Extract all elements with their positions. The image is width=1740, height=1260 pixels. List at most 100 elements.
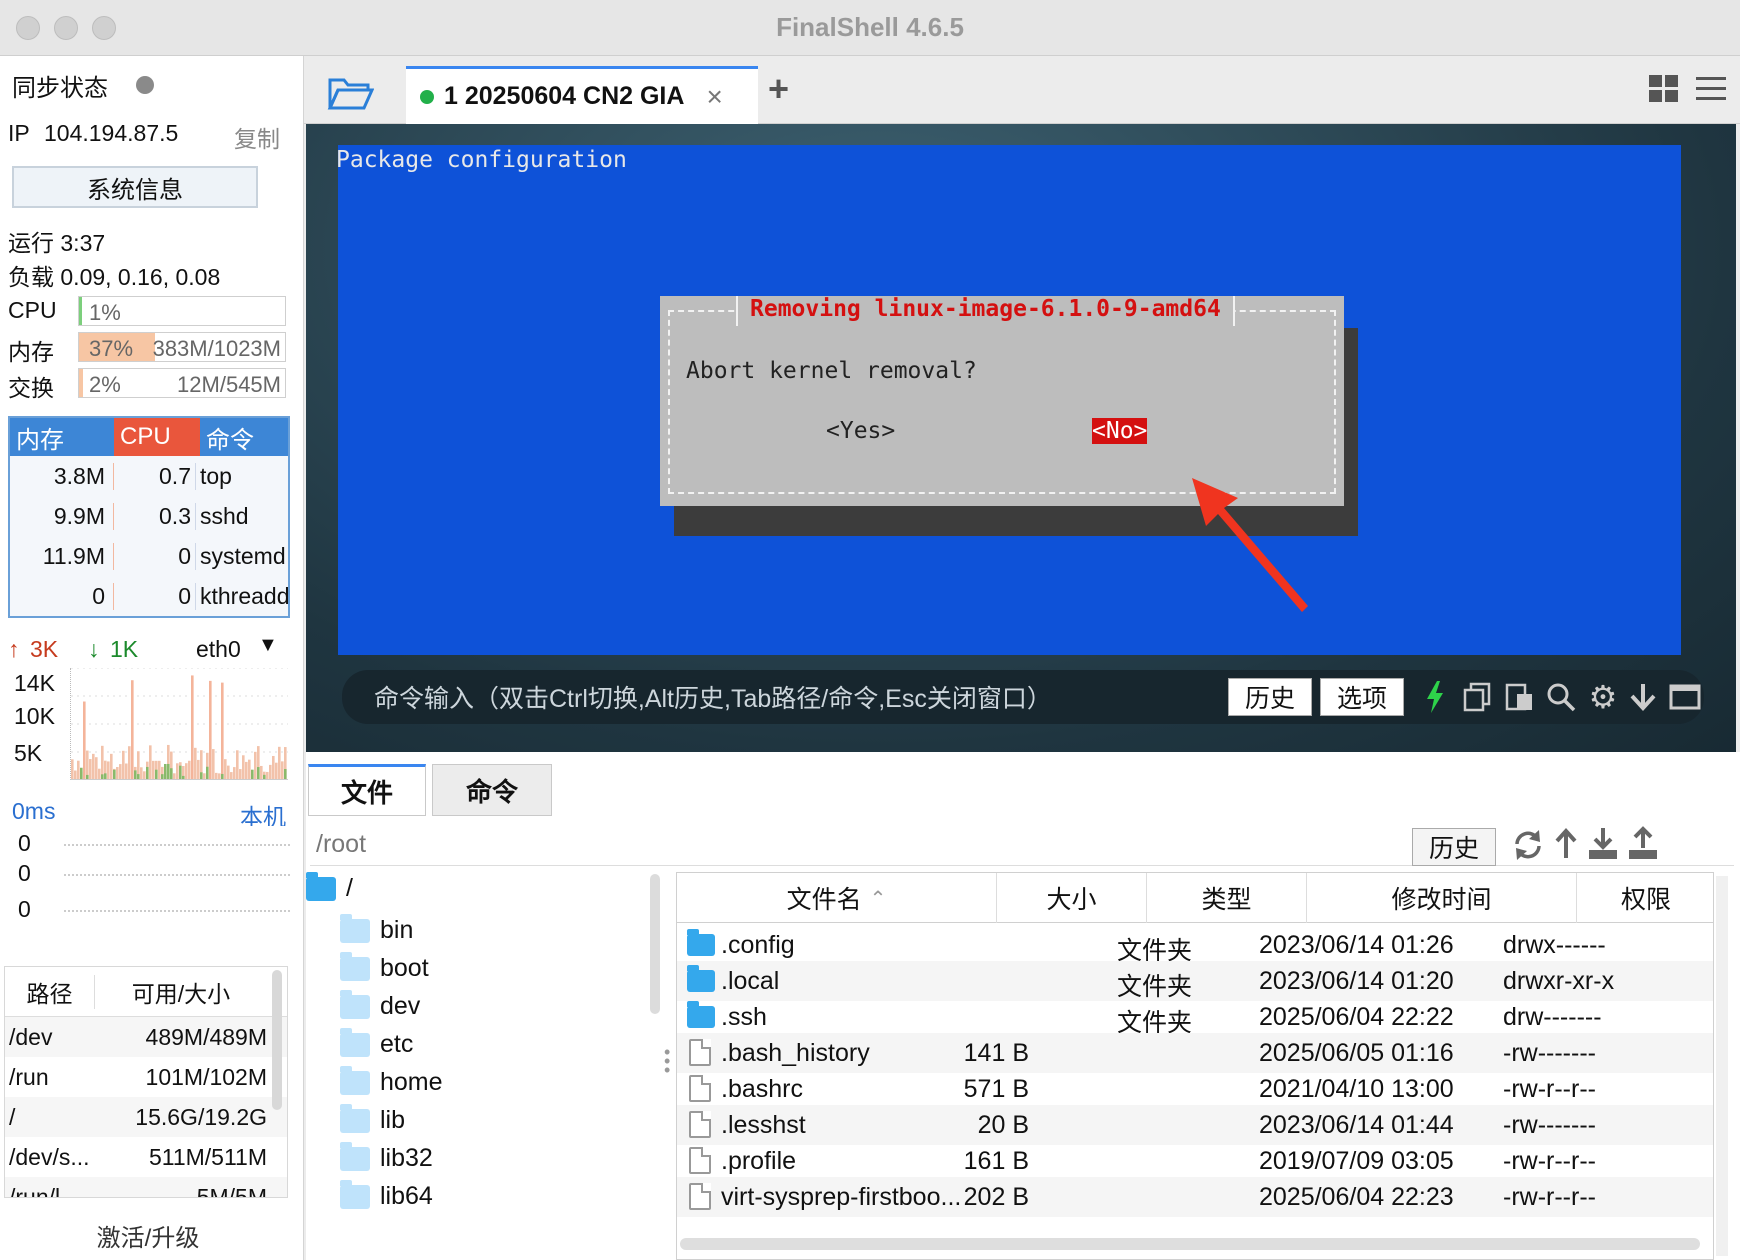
- sort-ascending-icon: ⌃: [869, 887, 887, 910]
- folder-icon: [340, 1141, 370, 1171]
- file-row[interactable]: .lesshst 20 B 2023/06/14 01:44 -rw-------: [677, 1105, 1713, 1145]
- options-button[interactable]: 选项: [1320, 678, 1404, 716]
- tab-session-1[interactable]: 1 20250604 CN2 GIA ×: [406, 66, 758, 124]
- tree-item[interactable]: dev: [340, 989, 420, 1021]
- current-path[interactable]: /root: [316, 830, 366, 859]
- tree-item[interactable]: etc: [340, 1027, 414, 1059]
- tree-item-label: etc: [380, 1030, 414, 1058]
- maximize-icon[interactable]: [1668, 680, 1702, 714]
- path-history-button[interactable]: 历史: [1412, 828, 1496, 866]
- file-mtime: 2023/06/14 01:44: [1259, 1111, 1454, 1139]
- col-mtime[interactable]: 修改时间: [1307, 873, 1577, 923]
- tab-files[interactable]: 文件: [308, 764, 426, 816]
- traffic-bar: [236, 750, 239, 779]
- upload-file-icon[interactable]: [1626, 826, 1660, 862]
- download-file-icon[interactable]: [1586, 826, 1620, 862]
- grid-layout-icon[interactable]: [1648, 74, 1680, 104]
- menu-icon[interactable]: [1694, 74, 1728, 104]
- latency-value: 0: [18, 860, 31, 886]
- file-hscrollbar[interactable]: [680, 1238, 1700, 1250]
- disk-row[interactable]: /run 101M/102M: [5, 1057, 287, 1097]
- tab-commands[interactable]: 命令: [432, 764, 552, 816]
- sysinfo-button[interactable]: 系统信息: [12, 166, 258, 208]
- disk-col-path[interactable]: 路径: [5, 974, 95, 1009]
- proc-mem: 9.9M: [10, 502, 114, 530]
- process-row[interactable]: 3.8M 0.7 top: [10, 456, 288, 496]
- tree-item[interactable]: lib: [340, 1103, 405, 1135]
- traffic-bar-down: [137, 774, 140, 779]
- traffic-bar-down: [179, 765, 182, 779]
- pane-splitter-handle[interactable]: • • •: [664, 1043, 670, 1079]
- disk-scrollbar[interactable]: [272, 970, 282, 1110]
- traffic-bar: [197, 759, 200, 779]
- add-tab-button[interactable]: +: [768, 68, 789, 110]
- traffic-bar: [209, 680, 212, 779]
- paste-icon[interactable]: [1502, 680, 1536, 714]
- file-row[interactable]: .local 文件夹 2023/06/14 01:20 drwxr-xr-x: [677, 961, 1713, 1001]
- file-row[interactable]: .config 文件夹 2023/06/14 01:26 drwx------: [677, 925, 1713, 965]
- download-arrow-icon[interactable]: [1626, 680, 1660, 714]
- traffic-bar: [275, 762, 278, 779]
- tree-item[interactable]: lib64: [340, 1179, 433, 1211]
- activate-upgrade-button[interactable]: 激活/升级: [0, 1218, 296, 1253]
- traffic-bar: [125, 763, 128, 779]
- chevron-down-icon[interactable]: ▼: [258, 634, 278, 657]
- traffic-bar-down: [167, 763, 170, 779]
- proc-col-cmd[interactable]: 命令: [200, 418, 288, 456]
- file-row[interactable]: .bashrc 571 B 2021/04/10 13:00 -rw-r--r--: [677, 1069, 1713, 1109]
- traffic-bar: [230, 772, 233, 779]
- gear-icon[interactable]: ⚙: [1586, 679, 1620, 715]
- no-button[interactable]: <No>: [1092, 418, 1148, 444]
- tab-close-icon[interactable]: ×: [706, 81, 722, 113]
- tree-item-label: bin: [380, 916, 414, 944]
- traffic-bar: [71, 759, 74, 779]
- file-row[interactable]: .profile 161 B 2019/07/09 03:05 -rw-r--r--: [677, 1141, 1713, 1181]
- refresh-icon[interactable]: [1512, 828, 1544, 862]
- disk-row[interactable]: /dev/s... 511M/511M: [5, 1137, 287, 1177]
- copy-icon[interactable]: [1460, 680, 1494, 714]
- tree-item[interactable]: bin: [340, 913, 414, 945]
- disk-col-size[interactable]: 可用/大小: [95, 975, 267, 1009]
- command-input[interactable]: 命令输入（双击Ctrl切换,Alt历史,Tab路径/命令,Esc关闭窗口）: [374, 679, 1192, 715]
- disk-row[interactable]: /dev 489M/489M: [5, 1017, 287, 1057]
- copy-ip-button[interactable]: 复制: [234, 120, 280, 154]
- file-vscrollbar[interactable]: [1716, 876, 1728, 1256]
- file-row[interactable]: .bash_history 141 B 2025/06/05 01:16 -rw---…: [677, 1033, 1713, 1073]
- history-button[interactable]: 历史: [1228, 678, 1312, 716]
- process-row[interactable]: 11.9M 0 systemd: [10, 536, 288, 576]
- tree-item[interactable]: home: [340, 1065, 443, 1097]
- open-folder-icon[interactable]: [326, 72, 378, 112]
- traffic-bar: [140, 767, 143, 779]
- col-filename[interactable]: 文件名 ⌃: [677, 873, 997, 923]
- process-row[interactable]: 9.9M 0.3 sshd: [10, 496, 288, 536]
- proc-col-cpu[interactable]: CPU: [114, 418, 200, 456]
- search-icon[interactable]: [1544, 680, 1578, 714]
- traffic-bar: [128, 746, 131, 779]
- file-row[interactable]: .ssh 文件夹 2025/06/04 22:22 drw-------: [677, 997, 1713, 1037]
- yes-button[interactable]: <Yes>: [826, 418, 895, 444]
- file-permissions: drw-------: [1503, 1003, 1602, 1031]
- net-iface-select[interactable]: eth0: [196, 636, 241, 663]
- download-arrow-icon: ↓: [88, 636, 100, 662]
- traffic-bar: [224, 759, 227, 779]
- file-name: .bash_history: [721, 1039, 870, 1067]
- col-type[interactable]: 类型: [1147, 873, 1307, 923]
- file-row[interactable]: virt-sysprep-firstboo... 202 B 2025/06/04 …: [677, 1177, 1713, 1217]
- net-header: ↑ 3K ↓ 1K eth0 ▼: [8, 634, 298, 666]
- disk-row[interactable]: / 15.6G/19.2G: [5, 1097, 287, 1137]
- proc-col-mem[interactable]: 内存: [10, 418, 114, 456]
- traffic-bar-down: [206, 766, 209, 779]
- col-permissions[interactable]: 权限: [1577, 873, 1713, 923]
- col-size[interactable]: 大小: [997, 873, 1147, 923]
- traffic-bar: [221, 682, 224, 779]
- tree-scrollbar[interactable]: [650, 874, 660, 1014]
- process-row[interactable]: 0 0 kthreadd: [10, 576, 288, 616]
- tree-item[interactable]: boot: [340, 951, 429, 983]
- up-directory-icon[interactable]: [1554, 828, 1578, 862]
- file-permissions: -rw-------: [1503, 1111, 1596, 1139]
- meter-percent: 37%: [89, 336, 134, 361]
- tree-item[interactable]: /: [306, 871, 353, 903]
- disk-row[interactable]: /run/l... 5M/5M: [5, 1177, 287, 1197]
- tree-item[interactable]: lib32: [340, 1141, 433, 1173]
- lightning-icon[interactable]: [1418, 680, 1452, 714]
